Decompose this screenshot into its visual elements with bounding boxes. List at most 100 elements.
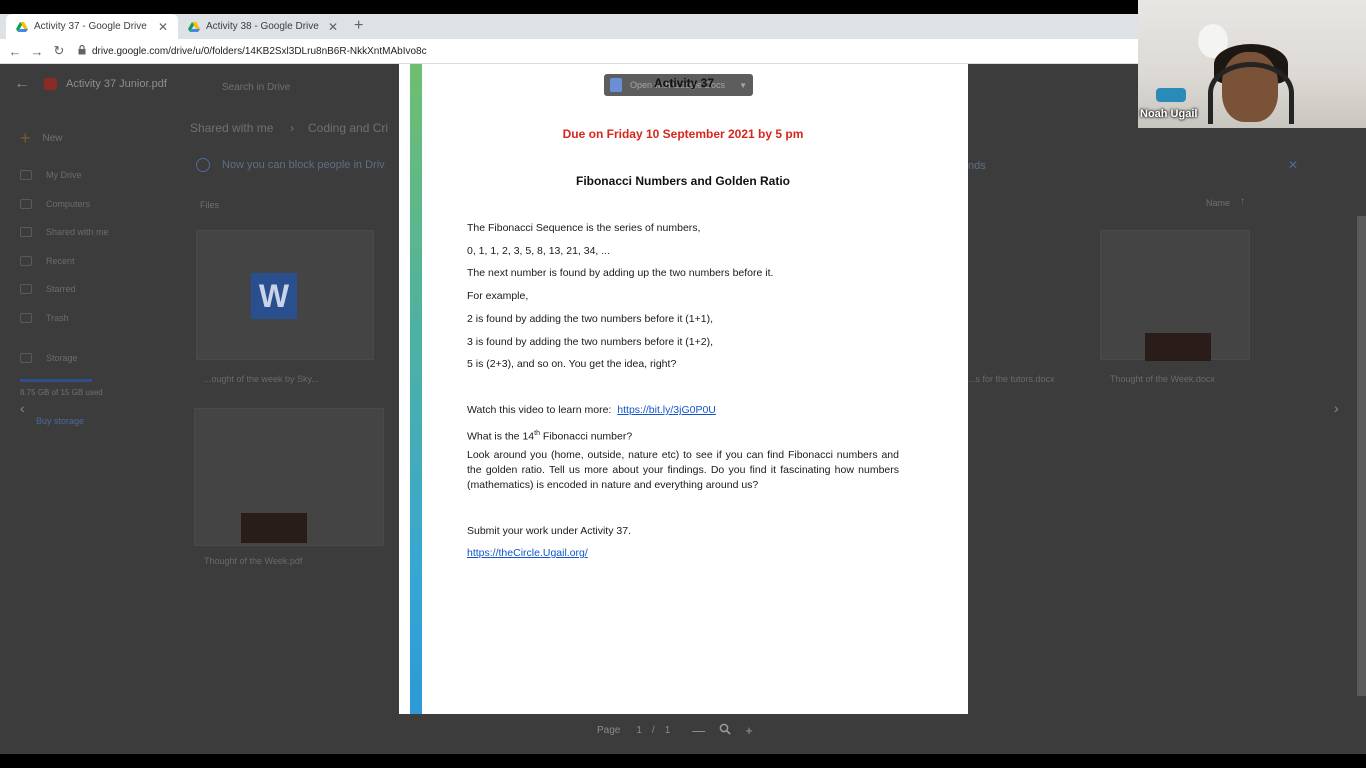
new-tab-button[interactable]: + (354, 17, 363, 35)
video-link[interactable]: https://bit.ly/3jG0P0U (617, 404, 716, 416)
google-drive-icon (188, 21, 200, 33)
doc-line: 2 is found by adding the two numbers bef… (467, 313, 714, 325)
forward-icon[interactable]: → (26, 44, 48, 59)
file-title: Thought of the Week.pdf (204, 556, 303, 566)
screen: Activity 37 - Google Drive ✕ Activity 38… (0, 0, 1366, 768)
doc-line: The Fibonacci Sequence is the series of … (467, 222, 701, 234)
sidebar-item-starred[interactable]: Starred (20, 284, 76, 294)
back-icon[interactable]: ← (4, 44, 26, 59)
breadcrumb-folder[interactable]: Coding and Cri (308, 121, 388, 135)
tab-activity-37[interactable]: Activity 37 - Google Drive ✕ (6, 14, 178, 39)
next-file-icon[interactable]: › (1334, 400, 1339, 416)
doc-line: 0, 1, 1, 2, 3, 5, 8, 13, 21, 34, ... (467, 245, 611, 257)
submit-link[interactable]: https://theCircle.Ugail.org/ (467, 547, 588, 559)
breadcrumb-shared[interactable]: Shared with me (190, 121, 273, 135)
page-color-stripe (410, 64, 422, 714)
doc-line: 3 is found by adding the two numbers bef… (467, 336, 714, 348)
page-controls: Page 1 / 1 — + (597, 720, 767, 740)
sidebar-label: Computers (46, 199, 91, 209)
computer-icon (20, 199, 32, 209)
tab-strip: Activity 37 - Google Drive ✕ Activity 38… (0, 14, 1138, 39)
total-pages: 1 (664, 724, 671, 736)
video-line: Watch this video to learn more: https://… (467, 403, 899, 418)
clock-icon (20, 256, 32, 266)
tab-title: Activity 38 - Google Drive (206, 21, 319, 32)
page-label: Page (597, 724, 621, 736)
file-thumbnail[interactable] (194, 408, 384, 546)
tab-activity-38[interactable]: Activity 38 - Google Drive ✕ (178, 14, 348, 39)
sort-arrow-icon[interactable]: ↑ (1240, 196, 1245, 207)
scrollbar[interactable] (1357, 216, 1366, 696)
file-thumbnail[interactable]: W (196, 230, 374, 360)
file-title: Thought of the Week.docx (1110, 374, 1215, 384)
submit-line: Submit your work under Activity 37. (467, 525, 631, 537)
close-tab-icon[interactable]: ✕ (328, 20, 338, 34)
google-drive-icon (16, 21, 28, 33)
banner-text-tail: nds (968, 160, 986, 172)
people-icon (20, 227, 32, 237)
plus-icon: + (20, 128, 31, 148)
new-label: New (42, 133, 63, 144)
new-button[interactable]: + New (20, 128, 63, 149)
back-arrow-icon[interactable]: ← (14, 75, 30, 93)
file-thumbnail[interactable] (1100, 230, 1250, 361)
address-bar[interactable]: drive.google.com/drive/u/0/folders/14KB2… (78, 44, 427, 58)
reload-icon[interactable]: ↻ (48, 43, 70, 59)
zoom-in-button[interactable]: + (745, 723, 753, 738)
chevron-down-icon[interactable]: ▼ (739, 81, 747, 90)
sidebar-item-storage[interactable]: Storage (20, 353, 78, 363)
thumbnail-image (1145, 333, 1211, 361)
doc-line: For example, (467, 290, 529, 302)
check-circle-icon (196, 158, 210, 172)
due-date: Due on Friday 10 September 2021 by 5 pm (562, 127, 804, 141)
file-title: ...s for the tutors.docx (968, 374, 1055, 384)
bottom-black-bar (0, 754, 1366, 768)
look-paragraph: Look around you (home, outside, nature e… (467, 449, 899, 491)
doc-line: The next number is found by adding up th… (467, 267, 774, 279)
document-subheading: Fibonacci Numbers and Golden Ratio (575, 174, 791, 188)
question-suffix: Fibonacci number? (539, 430, 633, 443)
sidebar-item-trash[interactable]: Trash (20, 313, 69, 323)
info-banner: Now you can block people in Driv (196, 158, 385, 172)
doc-line: 5 is (2+3), and so on. You get the idea,… (467, 358, 677, 370)
url-text: drive.google.com/drive/u/0/folders/14KB2… (92, 45, 427, 57)
sidebar-label: Shared with me (46, 227, 109, 237)
page-separator: / (651, 724, 655, 736)
storage-text: 8.75 GB of 15 GB used (20, 388, 103, 397)
previous-file-icon[interactable]: ‹ (20, 400, 25, 416)
sidebar-label: Starred (46, 284, 76, 294)
thumbnail-image (241, 513, 307, 543)
drive-icon (20, 170, 32, 180)
sidebar-item-recent[interactable]: Recent (20, 256, 75, 266)
question-line: What is the 14th Fibonacci number? (467, 426, 899, 445)
close-tab-icon[interactable]: ✕ (158, 20, 168, 34)
toy-shape (1156, 88, 1186, 102)
document-heading: Activity 37 (654, 76, 715, 90)
pdf-page: Due on Friday 10 September 2021 by 5 pm … (399, 64, 968, 714)
close-banner-icon[interactable]: ✕ (1288, 158, 1298, 172)
sidebar-item-computers[interactable]: Computers (20, 199, 90, 209)
buy-storage-link[interactable]: Buy storage (36, 416, 84, 426)
tab-title: Activity 37 - Google Drive (34, 21, 147, 32)
sidebar-label: Trash (46, 313, 69, 323)
submit-link-line: https://theCircle.Ugail.org/ (467, 546, 899, 561)
sidebar-item-my-drive[interactable]: My Drive (20, 170, 82, 180)
question-prefix: What is the 14 (467, 430, 535, 443)
breadcrumb-separator: › (290, 121, 294, 135)
files-label: Files (200, 200, 220, 210)
zoom-icon[interactable] (719, 723, 731, 738)
cloud-icon (20, 353, 32, 363)
webcam-overlay: Noah Ugail (1138, 0, 1366, 128)
google-docs-icon (610, 78, 622, 92)
star-icon (20, 284, 32, 294)
lock-icon (78, 44, 86, 58)
sidebar-item-shared[interactable]: Shared with me (20, 227, 109, 237)
headphones-shape (1208, 62, 1294, 124)
word-icon: W (251, 273, 297, 319)
sort-by-name[interactable]: Name (1206, 198, 1230, 208)
current-page[interactable]: 1 (636, 725, 642, 736)
participant-name: Noah Ugail (1140, 108, 1198, 120)
viewer-file-title: Activity 37 Junior.pdf (66, 78, 167, 90)
zoom-out-button[interactable]: — (692, 723, 705, 738)
video-prefix: Watch this video to learn more: (467, 404, 612, 416)
